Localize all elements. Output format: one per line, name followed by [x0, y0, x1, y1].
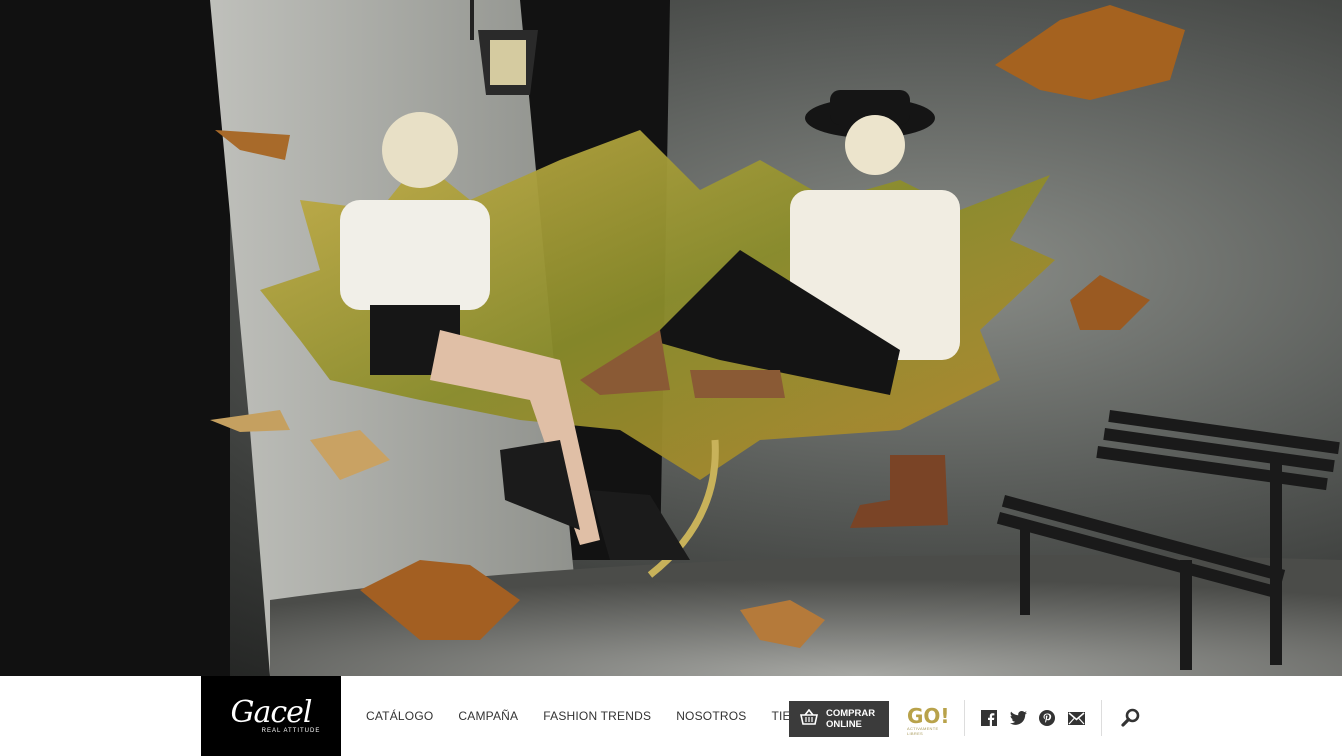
shop-online-button[interactable]: COMPRAR ONLINE — [789, 701, 889, 737]
divider — [964, 700, 965, 736]
shop-line1: COMPRAR — [826, 708, 876, 719]
go-logo[interactable]: GO! ACTIVAMENTE LIBRES — [907, 706, 952, 736]
twitter-icon[interactable] — [1009, 709, 1027, 727]
campaign-image — [0, 0, 1342, 676]
go-label: GO! — [907, 704, 950, 728]
shop-line2: ONLINE — [826, 719, 862, 730]
divider — [1101, 700, 1102, 736]
logo-wordmark: Gacel — [230, 694, 312, 730]
shop-online-label: COMPRAR ONLINE — [826, 708, 875, 730]
nav-item-nosotros[interactable]: NOSOTROS — [676, 709, 746, 723]
nav-item-catalogo[interactable]: CATÁLOGO — [366, 709, 433, 723]
email-icon[interactable] — [1067, 709, 1085, 727]
logo-tagline: REAL ATTITUDE — [261, 727, 321, 734]
main-navbar: Gacel REAL ATTITUDE CATÁLOGO CAMPAÑA FAS… — [0, 676, 1342, 756]
brand-logo[interactable]: Gacel REAL ATTITUDE — [201, 676, 341, 756]
search-icon[interactable] — [1121, 708, 1141, 728]
basket-icon — [800, 708, 818, 730]
hero-banner — [0, 0, 1342, 676]
facebook-icon[interactable] — [980, 709, 998, 727]
pinterest-icon[interactable] — [1038, 709, 1056, 727]
nav-item-fashion-trends[interactable]: FASHION TRENDS — [543, 709, 651, 723]
nav-item-campana[interactable]: CAMPAÑA — [458, 709, 518, 723]
primary-nav: CATÁLOGO CAMPAÑA FASHION TRENDS NOSOTROS… — [366, 676, 850, 756]
